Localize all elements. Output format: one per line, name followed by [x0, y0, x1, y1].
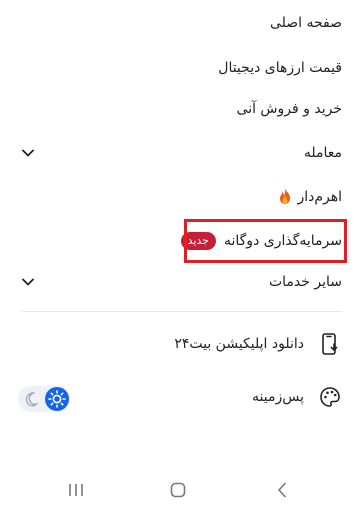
menu-item-download-app[interactable]: دانلود اپلیکیشن بیت۲۴: [174, 331, 304, 357]
phone-download-icon: [318, 332, 342, 356]
sun-icon[interactable]: [45, 387, 69, 411]
home-icon[interactable]: [166, 480, 190, 500]
menu-item-other-label: سایر خدمات: [268, 274, 342, 290]
back-icon[interactable]: [270, 480, 294, 500]
menu-item-home[interactable]: صفحه اصلی: [270, 10, 342, 36]
palette-icon: [318, 385, 342, 409]
menu-item-download-label: دانلود اپلیکیشن بیت۲۴: [174, 336, 304, 352]
fire-icon: [277, 187, 293, 208]
menu-item-trade[interactable]: معامله: [304, 140, 342, 166]
moon-icon[interactable]: [24, 391, 40, 407]
menu-item-leverage[interactable]: اهرم‌دار: [277, 184, 342, 210]
system-navigation-bar: [0, 468, 354, 512]
menu-item-prices[interactable]: قیمت ارزهای دیجیتال: [218, 55, 342, 81]
highlight-box: [184, 219, 347, 263]
side-menu: صفحه اصلی قیمت ارزهای دیجیتال خرید و فرو…: [0, 0, 354, 512]
chevron-down-icon[interactable]: [22, 276, 34, 288]
menu-divider: [22, 311, 342, 312]
menu-item-background: پس‌زمینه: [252, 384, 304, 410]
theme-toggle[interactable]: [18, 386, 70, 412]
recents-icon[interactable]: [64, 480, 88, 500]
menu-item-prices-label: قیمت ارزهای دیجیتال: [218, 60, 342, 76]
menu-item-background-label: پس‌زمینه: [252, 389, 304, 405]
menu-item-leverage-label: اهرم‌دار: [297, 189, 342, 205]
menu-item-home-label: صفحه اصلی: [269, 15, 342, 31]
chevron-down-icon[interactable]: [22, 147, 34, 159]
menu-item-other-services[interactable]: سایر خدمات: [269, 269, 342, 295]
menu-item-trade-label: معامله: [303, 145, 342, 161]
menu-item-instant-trade[interactable]: خرید و فروش آنی: [237, 96, 342, 122]
menu-item-instant-label: خرید و فروش آنی: [236, 101, 342, 117]
